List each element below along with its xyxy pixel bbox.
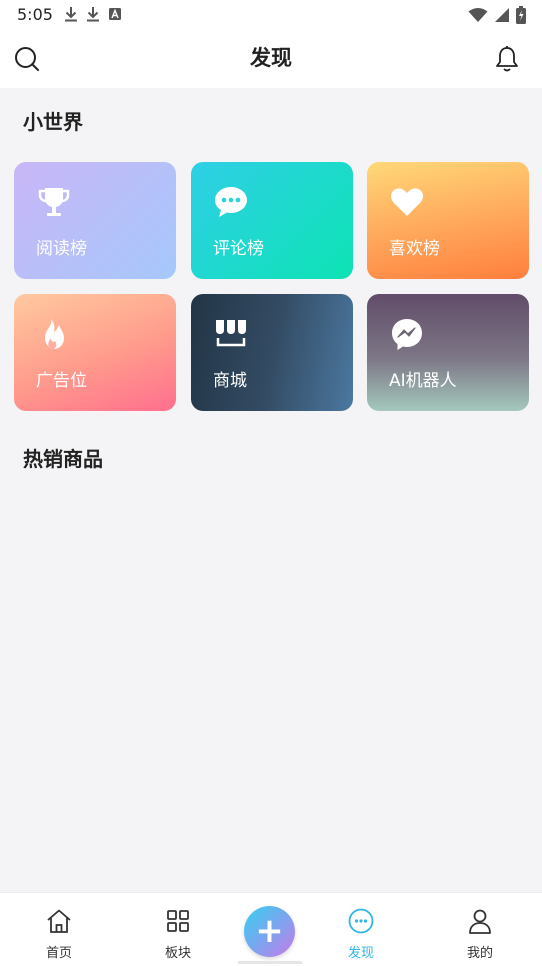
- card-ad-slot[interactable]: 广告位: [14, 294, 176, 411]
- grid-icon: [167, 910, 189, 932]
- nav-item-me[interactable]: 我的: [440, 893, 520, 966]
- status-bar: 5:05: [0, 0, 542, 30]
- flame-icon: [45, 319, 64, 349]
- battery-icon: [516, 6, 526, 24]
- card-ai-robot[interactable]: AI机器人: [367, 294, 529, 411]
- card-label: 喜欢榜: [389, 239, 440, 259]
- status-right-icons: [468, 6, 526, 24]
- nav-item-home[interactable]: 首页: [19, 893, 99, 966]
- trophy-icon: [38, 188, 70, 216]
- bell-icon[interactable]: [493, 45, 521, 73]
- nav-label: 我的: [466, 946, 493, 961]
- a-box-icon: [109, 8, 121, 20]
- download-icon: [65, 7, 77, 22]
- status-time: 5:05: [17, 5, 53, 24]
- add-post-button[interactable]: +: [244, 906, 295, 957]
- card-label: 评论榜: [213, 239, 264, 259]
- card-label: 广告位: [36, 371, 87, 391]
- section-title-hot-products: 热销商品: [23, 447, 103, 471]
- card-shop[interactable]: 商城: [191, 294, 353, 411]
- card-label: AI机器人: [389, 371, 457, 391]
- heart-icon: [391, 188, 423, 216]
- home-icon: [47, 909, 71, 933]
- signal-icon: [495, 8, 509, 22]
- nav-label: 首页: [45, 946, 72, 961]
- top-app-bar: 发现: [0, 30, 542, 88]
- section-title-small-world: 小世界: [23, 110, 83, 134]
- card-comment-rank[interactable]: 评论榜: [191, 162, 353, 279]
- nav-item-sections[interactable]: 板块: [138, 893, 218, 966]
- nav-item-discover[interactable]: 发现: [321, 893, 401, 966]
- card-label: 阅读榜: [36, 239, 87, 259]
- page-title: 发现: [250, 46, 292, 70]
- messenger-icon: [392, 319, 422, 350]
- home-indicator: [238, 961, 302, 964]
- card-label: 商城: [213, 371, 247, 391]
- chat-bubble-icon: [215, 187, 247, 217]
- card-reading-rank[interactable]: 阅读榜: [14, 162, 176, 279]
- user-icon: [469, 909, 491, 934]
- status-left-icons: [64, 6, 122, 22]
- shop-icon: [216, 320, 246, 347]
- discover-chat-icon: [348, 908, 374, 934]
- wifi-icon: [468, 8, 488, 22]
- nav-label: 发现: [347, 946, 374, 961]
- download-icon: [87, 7, 99, 22]
- card-like-rank[interactable]: 喜欢榜: [367, 162, 529, 279]
- nav-label: 板块: [164, 946, 191, 961]
- plus-icon: +: [255, 910, 284, 951]
